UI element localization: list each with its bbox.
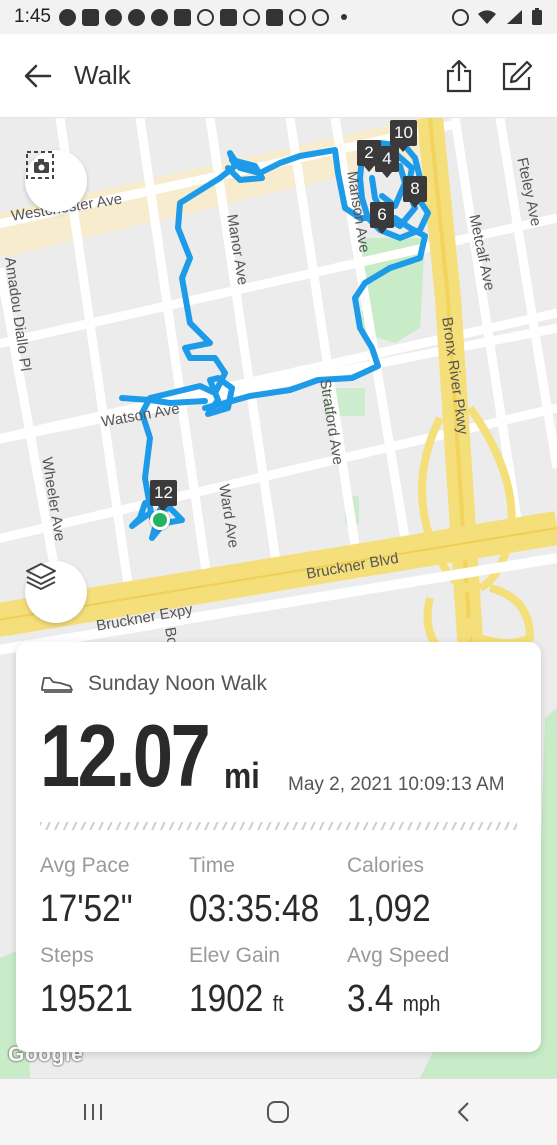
stat-unit: mph (402, 991, 441, 1016)
stat-value: 1,092 (347, 888, 431, 930)
instagram-icon (242, 8, 260, 26)
camera-crop-icon (26, 151, 54, 179)
activity-name[interactable]: Sunday Noon Walk (88, 672, 267, 696)
split-marker[interactable]: 6 (370, 202, 394, 234)
wifi-icon (478, 10, 496, 24)
status-time: 1:45 (14, 6, 51, 27)
stat-label: Avg Pace (40, 854, 130, 877)
stat-number: 3.4 (347, 978, 394, 1020)
map-snapshot-button[interactable] (25, 150, 87, 212)
stat-label: Steps (40, 944, 94, 967)
stat-value: 19521 (40, 978, 133, 1020)
status-bar: 1:45 (0, 0, 557, 34)
activity-header: Sunday Noon Walk (40, 672, 267, 696)
voicemail-icon (196, 8, 214, 26)
shoe-icon (41, 677, 73, 693)
split-marker[interactable]: 4 (375, 146, 399, 178)
stat-value: 03:35:48 (189, 888, 320, 930)
facebook-icon (150, 8, 168, 26)
stat-value: 3.4 mph (347, 978, 440, 1021)
instagram-icon (311, 8, 329, 26)
facebook-icon (127, 8, 145, 26)
stat-avg-pace: Avg Pace 17'52" (40, 854, 145, 931)
messenger-icon (58, 8, 76, 26)
system-icons (452, 8, 543, 26)
arrow-left-icon (24, 64, 52, 87)
start-point (150, 510, 170, 530)
photo-icon (81, 8, 99, 26)
app-header: Walk (0, 34, 557, 118)
back-button[interactable] (18, 56, 58, 96)
more-notifications-icon (340, 14, 347, 20)
alarm-icon (452, 8, 469, 26)
stat-number: 1902 (189, 978, 264, 1020)
share-icon (446, 59, 472, 92)
recent-apps-button[interactable] (68, 1087, 118, 1137)
back-nav-button[interactable] (439, 1087, 489, 1137)
home-button[interactable] (253, 1087, 303, 1137)
gmail-icon (265, 8, 283, 26)
edit-icon (502, 60, 533, 90)
camera-icon (173, 8, 191, 26)
system-nav-bar (0, 1078, 557, 1145)
layers-icon (26, 563, 56, 590)
stat-avg-speed: Avg Speed 3.4 mph (347, 944, 453, 1021)
stat-label: Calories (347, 854, 425, 877)
stat-unit: ft (272, 991, 284, 1016)
stat-value: 17'52" (40, 888, 133, 930)
distance-unit: mi (224, 755, 260, 796)
stat-label: Time (189, 854, 235, 877)
battery-icon (532, 8, 542, 25)
signal-icon (507, 10, 522, 24)
page-title: Walk (74, 60, 131, 90)
stat-elev-gain: Elev Gain 1902 ft (189, 944, 296, 1021)
stat-steps: Steps 19521 (40, 944, 146, 1021)
recent-apps-icon (83, 1104, 102, 1120)
stat-label: Elev Gain (189, 944, 281, 967)
activity-summary-card: Sunday Noon Walk 12.07 mi May 2, 2021 10… (16, 642, 541, 1052)
edit-button[interactable] (499, 58, 535, 94)
header-actions (441, 58, 535, 94)
stat-label: Avg Speed (347, 944, 450, 967)
distance-value: 12.07 (40, 706, 211, 805)
activity-date: May 2, 2021 10:09:13 AM (288, 774, 505, 795)
stat-calories: Calories 1,092 (347, 854, 442, 931)
facebook-icon (104, 8, 122, 26)
alarm-icon (288, 8, 306, 26)
split-marker[interactable]: 10 (390, 120, 417, 152)
split-marker[interactable]: 8 (403, 176, 427, 208)
home-icon (267, 1101, 290, 1123)
divider (40, 822, 517, 830)
map-layers-button[interactable] (25, 561, 87, 623)
share-button[interactable] (441, 58, 477, 94)
chevron-left-icon (458, 1102, 469, 1122)
stat-time: Time 03:35:48 (189, 854, 337, 931)
split-marker[interactable]: 12 (150, 480, 177, 512)
missed-call-icon (219, 8, 237, 26)
stat-value: 1902 ft (189, 978, 283, 1021)
notification-icons (58, 8, 347, 26)
